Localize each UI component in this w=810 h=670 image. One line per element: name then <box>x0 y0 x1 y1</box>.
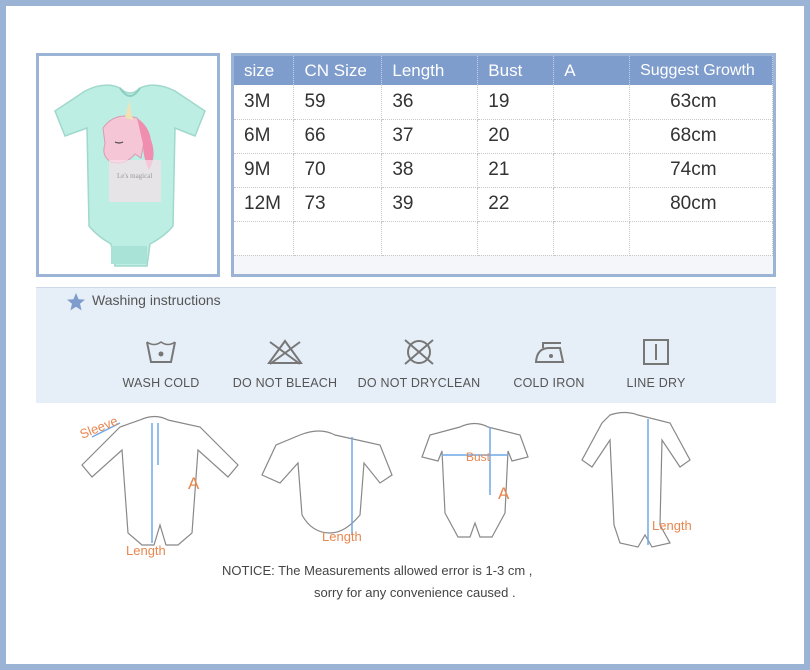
table-cell <box>553 85 631 120</box>
table-cell: 21 <box>477 153 555 188</box>
a-label: A <box>498 484 510 503</box>
table-header-row: size CN Size Length Bust A Suggest Growt… <box>234 56 773 85</box>
table-cell: 73 <box>293 187 383 222</box>
table-row: 12M 73 39 22 80cm <box>234 187 773 222</box>
table-row: 3M 59 36 19 63cm <box>234 85 773 120</box>
table-cell: 80cm <box>629 187 773 222</box>
wash-cold-icon <box>146 341 176 363</box>
wash-label: LINE DRY <box>626 376 686 390</box>
col-header: Suggest Growth <box>629 56 773 85</box>
onesie-illustration: Le's magical <box>54 84 206 267</box>
table-cell: 39 <box>381 187 479 222</box>
table-cell <box>293 221 383 256</box>
table-row <box>234 221 773 256</box>
table-cell: 19 <box>477 85 555 120</box>
table-cell: 66 <box>293 119 383 154</box>
notice-line-2: sorry for any convenience caused . <box>314 585 516 600</box>
table-row: 9M 70 38 21 74cm <box>234 153 773 188</box>
length-label: Length <box>652 518 692 533</box>
table-cell <box>553 187 631 222</box>
line-dry-item: LINE DRY <box>591 338 721 390</box>
a-label: A <box>188 474 200 493</box>
cold-iron-icon <box>534 342 565 363</box>
wash-label: WASH COLD <box>122 376 200 390</box>
line-dry-icon <box>643 339 669 365</box>
size-table: size CN Size Length Bust A Suggest Growt… <box>231 53 776 277</box>
no-dryclean-icon <box>404 339 434 365</box>
table-cell: 36 <box>381 85 479 120</box>
table-cell: 20 <box>477 119 555 154</box>
star-icon <box>67 293 85 311</box>
table-cell <box>553 119 631 154</box>
table-cell: 3M <box>234 85 295 120</box>
wash-cold-item: WASH COLD <box>96 338 226 390</box>
washing-title: Washing instructions <box>92 292 221 308</box>
table-cell: 38 <box>381 153 479 188</box>
table-cell <box>629 221 773 256</box>
long-sleeve-romper-drawing <box>81 415 239 546</box>
notice-text: NOTICE: The Measurements allowed error i… <box>222 560 532 604</box>
print-text: Le's magical <box>117 172 152 180</box>
col-header: A <box>553 56 631 85</box>
col-header: Length <box>381 56 479 85</box>
table-cell: 22 <box>477 187 555 222</box>
table-cell <box>381 221 479 256</box>
table-cell: 70 <box>293 153 383 188</box>
col-header: CN Size <box>293 56 383 85</box>
notice-line-1: NOTICE: The Measurements allowed error i… <box>222 563 533 578</box>
length-label: Length <box>322 529 362 544</box>
table-cell: 37 <box>381 119 479 154</box>
table-cell: 59 <box>293 85 383 120</box>
bodysuit-drawing <box>261 430 393 534</box>
wash-label: DO NOT DRYCLEAN <box>357 376 481 390</box>
no-bleach-item: DO NOT BLEACH <box>220 338 350 390</box>
table-cell: 63cm <box>629 85 773 120</box>
washing-instructions-panel: Washing instructions WASH COLD DO NOT BL… <box>36 287 776 403</box>
table-cell <box>234 221 295 256</box>
table-cell <box>553 221 631 256</box>
bust-label: Bust <box>466 450 491 464</box>
table-cell: 12M <box>234 187 295 222</box>
table-cell: 9M <box>234 153 295 188</box>
table-row: 6M 66 37 20 68cm <box>234 119 773 154</box>
table-cell: 68cm <box>629 119 773 154</box>
col-header: Bust <box>477 56 555 85</box>
length-label: Length <box>126 543 166 558</box>
wash-label: DO NOT BLEACH <box>232 376 338 390</box>
measurement-diagrams: Sleeve A Length Length Bust A Length <box>80 411 692 558</box>
short-sleeve-romper-drawing <box>421 422 529 538</box>
col-header: size <box>234 56 295 85</box>
no-dryclean-item: DO NOT DRYCLEAN <box>354 338 484 390</box>
no-bleach-icon <box>267 339 303 365</box>
table-cell: 6M <box>234 119 295 154</box>
table-cell: 74cm <box>629 153 773 188</box>
product-image: Le's magical <box>36 53 220 277</box>
table-cell <box>477 221 555 256</box>
table-cell <box>553 153 631 188</box>
